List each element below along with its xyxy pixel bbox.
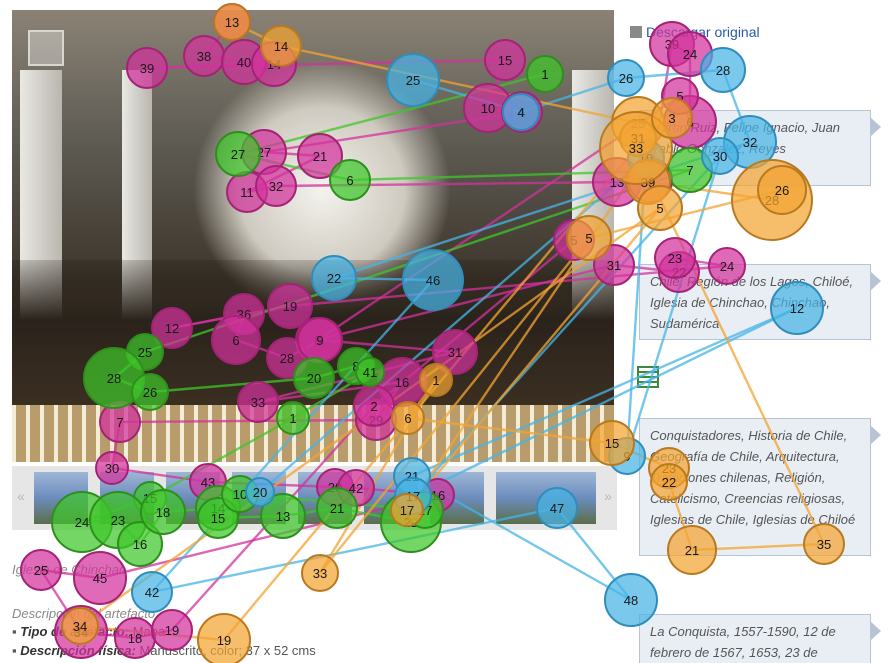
detail-physical-value: Manuscrito, color; 37 x 52 cms <box>139 643 316 658</box>
thumbnail-prev-button[interactable]: « <box>14 486 28 506</box>
gaze-fixation-circle <box>73 551 127 605</box>
places-text: Chile, Región de los Lagos, Chiloé, Igle… <box>650 274 854 331</box>
gaze-fixation-circle <box>637 185 683 231</box>
gaze-fixation-label: 9 <box>623 449 630 464</box>
gaze-fixation-label: 5 <box>656 201 663 216</box>
detail-type: ▪ Tipo de artefacto: Mapa <box>12 624 166 639</box>
gaze-fixation-label: 26 <box>619 71 633 86</box>
thumbnail-strip: « » <box>12 466 617 530</box>
gaze-fixation-label: 19 <box>165 623 179 638</box>
gaze-path-line <box>671 42 691 56</box>
gaze-path-line <box>588 188 783 240</box>
thumbnail[interactable] <box>542 472 596 524</box>
gaze-fixation-pink: 5 <box>661 77 699 115</box>
floppy-disk-icon <box>630 26 642 38</box>
photo-crowd <box>12 260 614 410</box>
gaze-fixation-circle <box>301 554 339 592</box>
gaze-fixation-label: 28 <box>765 193 779 208</box>
gaze-fixation-label: 42 <box>145 585 159 600</box>
gaze-fixation-label: 28 <box>716 63 730 78</box>
gaze-path-line <box>771 189 783 201</box>
photo-candles <box>12 405 614 462</box>
thumbnail[interactable] <box>430 472 484 524</box>
gaze-fixation-label: 5 <box>676 89 683 104</box>
gaze-fixation-pink: 45 <box>73 551 127 605</box>
list-icon[interactable] <box>637 366 659 388</box>
download-original-label: Descargar original <box>646 24 760 40</box>
tag-arrow-icon <box>870 271 881 291</box>
gaze-fixation-label: 24 <box>683 47 697 62</box>
gaze-fixation-label: 48 <box>624 593 638 608</box>
detail-physical-label: Descripción física: <box>20 643 136 658</box>
thumbnail-next-button[interactable]: » <box>601 486 615 506</box>
thumbnail[interactable] <box>34 472 88 524</box>
dates-tag-box[interactable]: La Conquista, 1557-1590, 12 de febrero d… <box>639 614 881 663</box>
gaze-fixation-label: 16 <box>133 537 147 552</box>
detail-type-value: Mapa <box>132 624 166 639</box>
expand-icon[interactable] <box>28 30 64 66</box>
authors-text: Martín Ruiz, Felipe Ignacio, Juan Pablo … <box>650 120 841 156</box>
main-photo[interactable] <box>12 10 614 462</box>
photo-caption: Iglesia de Chinchao <box>12 562 127 577</box>
thumbnail[interactable] <box>298 472 352 524</box>
description-heading: Descripción del artefacto <box>12 606 156 621</box>
gaze-fixation-label: 33 <box>313 566 327 581</box>
viewer-page: « » Descargar original Martín Ruiz, Feli… <box>0 0 894 663</box>
gaze-path-line <box>39 569 83 633</box>
gaze-fixation-blue: 28 <box>700 47 746 93</box>
thumbnail[interactable] <box>100 472 154 524</box>
thumbnail[interactable] <box>364 472 418 524</box>
authors-tag-box[interactable]: Martín Ruiz, Felipe Ignacio, Juan Pablo … <box>639 110 881 186</box>
subjects-text: Conquistadores, Historia de Chile, Geogr… <box>650 428 856 527</box>
detail-type-label: Tipo de artefacto: <box>20 624 130 639</box>
thumbnail[interactable] <box>232 472 286 524</box>
gaze-path-line <box>625 68 724 80</box>
detail-physical: ▪ Descripción física: Manuscrito, color;… <box>12 643 316 658</box>
download-original-link[interactable]: Descargar original <box>630 24 760 40</box>
gaze-fixation-orange: 5 <box>637 185 683 231</box>
places-tag-box[interactable]: Chile, Región de los Lagos, Chiloé, Igle… <box>639 264 881 340</box>
tag-arrow-icon <box>870 117 881 137</box>
tag-arrow-icon <box>870 621 881 641</box>
dates-text: La Conquista, 1557-1590, 12 de febrero d… <box>650 624 836 660</box>
thumbnail[interactable] <box>166 472 220 524</box>
gaze-fixation-orange: 33 <box>301 554 339 592</box>
gaze-fixation-circle <box>700 47 746 93</box>
subjects-tag-box[interactable]: Conquistadores, Historia de Chile, Geogr… <box>639 418 881 556</box>
gaze-fixation-circle <box>661 77 699 115</box>
tag-arrow-icon <box>870 425 881 445</box>
